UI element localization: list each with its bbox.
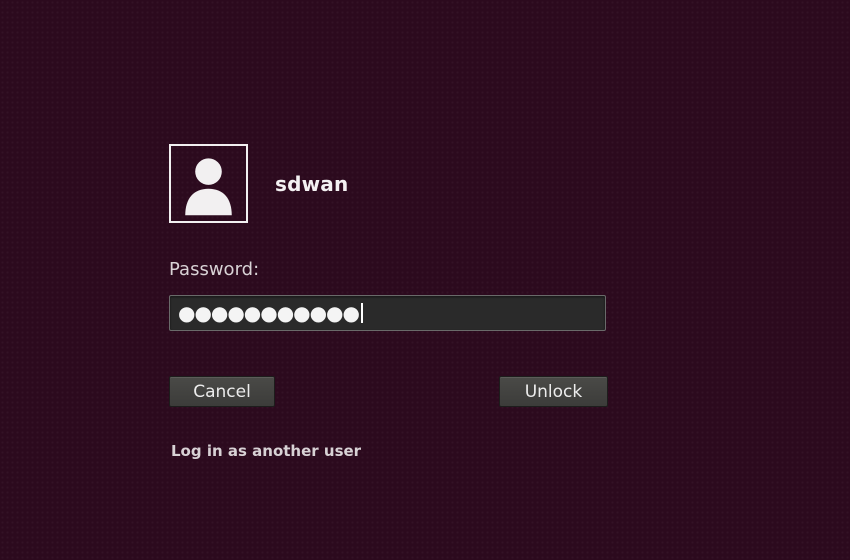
password-label: Password:	[169, 259, 260, 280]
username-label: sdwan	[275, 172, 349, 196]
user-silhouette-icon	[185, 158, 232, 216]
unlock-button-label: Unlock	[524, 381, 583, 402]
text-caret	[360, 303, 363, 323]
lock-screen-dialog: sdwan Password: ●●●●●●●●●●● Cancel Unloc…	[169, 144, 609, 464]
user-avatar	[169, 144, 248, 223]
log-in-as-another-user-link[interactable]: Log in as another user	[171, 442, 361, 460]
password-masked-text: ●●●●●●●●●●●	[178, 301, 360, 325]
unlock-button[interactable]: Unlock	[499, 376, 608, 407]
cancel-button-label: Cancel	[193, 381, 251, 402]
password-input[interactable]: ●●●●●●●●●●●	[169, 295, 606, 331]
cancel-button[interactable]: Cancel	[169, 376, 275, 407]
